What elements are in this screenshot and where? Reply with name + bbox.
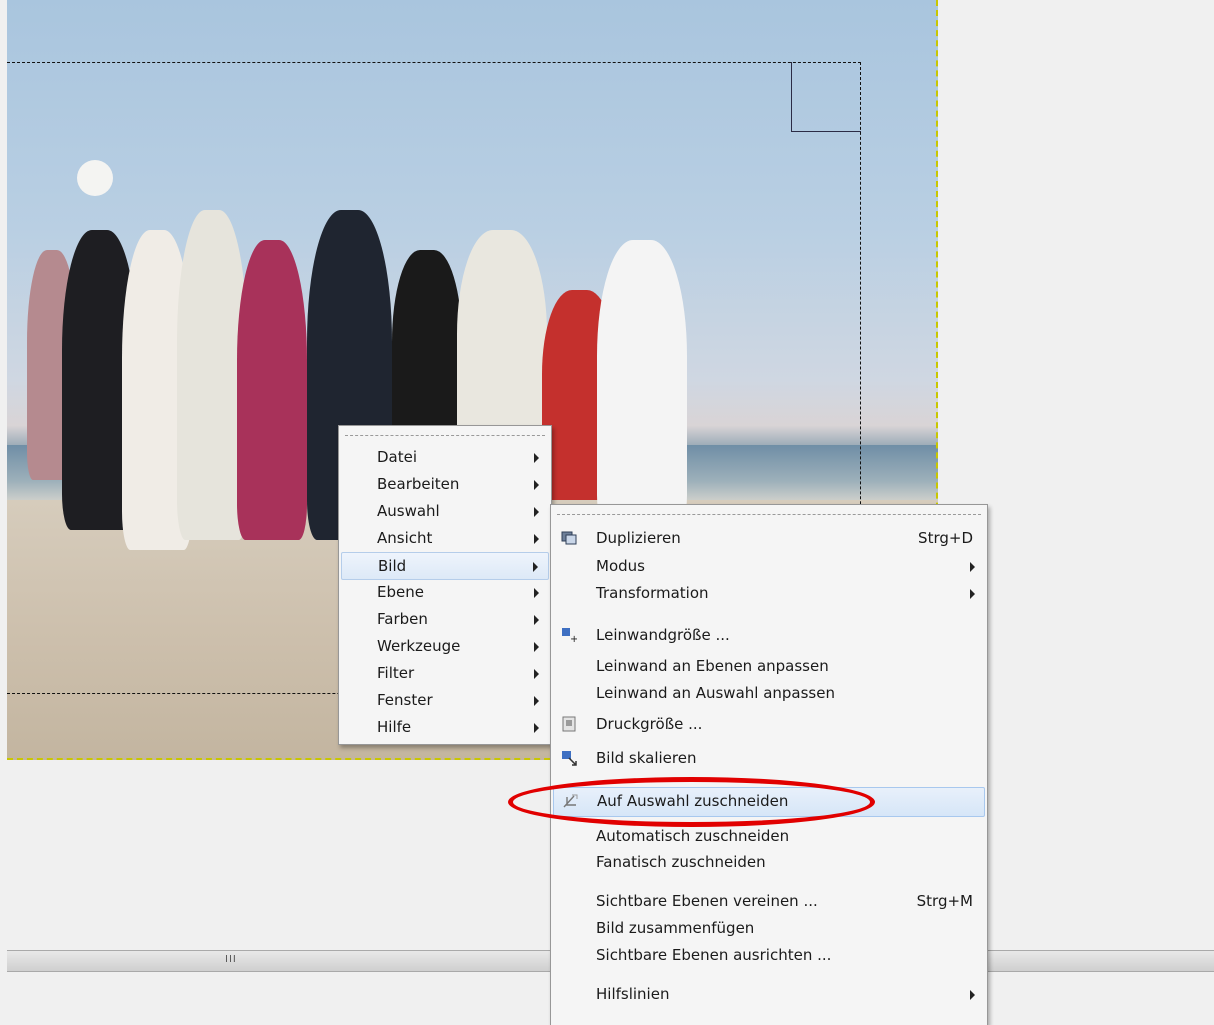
submenu-arrow-icon bbox=[970, 990, 975, 1000]
submenu-arrow-icon bbox=[534, 723, 539, 733]
menu-tearoff[interactable] bbox=[345, 435, 545, 436]
menu-item-auswahl[interactable]: Auswahl bbox=[341, 498, 549, 524]
scrollbar-grip[interactable]: III bbox=[225, 954, 237, 965]
menu-item-duplizieren[interactable]: Duplizieren Strg+D bbox=[553, 525, 985, 551]
menu-item-fanatisch-zuschneiden[interactable]: Fanatisch zuschneiden bbox=[553, 849, 985, 875]
menu-item-sichtbare-ebenen-ausrichten[interactable]: Sichtbare Ebenen ausrichten ... bbox=[553, 942, 985, 968]
scale-image-icon bbox=[561, 750, 577, 766]
selection-corner-handle[interactable] bbox=[791, 62, 861, 132]
submenu-arrow-icon bbox=[534, 534, 539, 544]
menu-item-modus[interactable]: Modus bbox=[553, 553, 985, 579]
menu-item-werkzeuge[interactable]: Werkzeuge bbox=[341, 633, 549, 659]
menu-item-filter[interactable]: Filter bbox=[341, 660, 549, 686]
menu-item-leinwand-an-ebenen[interactable]: Leinwand an Ebenen anpassen bbox=[553, 653, 985, 679]
submenu-arrow-icon bbox=[970, 589, 975, 599]
submenu-arrow-icon bbox=[534, 507, 539, 517]
menu-item-sichtbare-ebenen-vereinen[interactable]: Sichtbare Ebenen vereinen ... Strg+M bbox=[553, 888, 985, 914]
svg-text:+: + bbox=[570, 634, 577, 643]
menu-item-automatisch-zuschneiden[interactable]: Automatisch zuschneiden bbox=[553, 823, 985, 849]
submenu-arrow-icon bbox=[534, 669, 539, 679]
submenu-arrow-icon bbox=[534, 615, 539, 625]
bild-submenu[interactable]: Duplizieren Strg+D Modus Transformation … bbox=[550, 504, 988, 1025]
submenu-arrow-icon bbox=[533, 562, 538, 572]
menu-tearoff[interactable] bbox=[557, 514, 981, 515]
menu-item-bild-skalieren[interactable]: Bild skalieren bbox=[553, 745, 985, 771]
submenu-arrow-icon bbox=[534, 696, 539, 706]
menu-item-datei[interactable]: Datei bbox=[341, 444, 549, 470]
menu-item-bearbeiten[interactable]: Bearbeiten bbox=[341, 471, 549, 497]
menu-item-druckgroesse[interactable]: Druckgröße ... bbox=[553, 711, 985, 737]
submenu-arrow-icon bbox=[534, 453, 539, 463]
annotation-highlight-ellipse bbox=[508, 777, 875, 827]
submenu-arrow-icon bbox=[534, 642, 539, 652]
menu-item-leinwand-an-auswahl[interactable]: Leinwand an Auswahl anpassen bbox=[553, 680, 985, 706]
submenu-arrow-icon bbox=[970, 562, 975, 572]
menu-item-hilfslinien[interactable]: Hilfslinien bbox=[553, 981, 985, 1007]
image-context-menu[interactable]: Datei Bearbeiten Auswahl Ansicht Bild Eb… bbox=[338, 425, 552, 745]
submenu-arrow-icon bbox=[534, 588, 539, 598]
submenu-arrow-icon bbox=[534, 480, 539, 490]
menu-item-leinwandgroesse[interactable]: + Leinwandgröße ... bbox=[553, 622, 985, 648]
duplicate-icon bbox=[561, 530, 577, 546]
menu-item-farben[interactable]: Farben bbox=[341, 606, 549, 632]
menu-item-ebene[interactable]: Ebene bbox=[341, 579, 549, 605]
print-size-icon bbox=[561, 716, 577, 732]
menu-item-bild-zusammenfuegen[interactable]: Bild zusammenfügen bbox=[553, 915, 985, 941]
menu-item-bild[interactable]: Bild bbox=[341, 552, 549, 580]
menu-item-transformation[interactable]: Transformation bbox=[553, 580, 985, 606]
menu-item-fenster[interactable]: Fenster bbox=[341, 687, 549, 713]
menu-item-ansicht[interactable]: Ansicht bbox=[341, 525, 549, 551]
canvas-size-icon: + bbox=[561, 627, 578, 645]
menu-item-hilfe[interactable]: Hilfe bbox=[341, 714, 549, 740]
